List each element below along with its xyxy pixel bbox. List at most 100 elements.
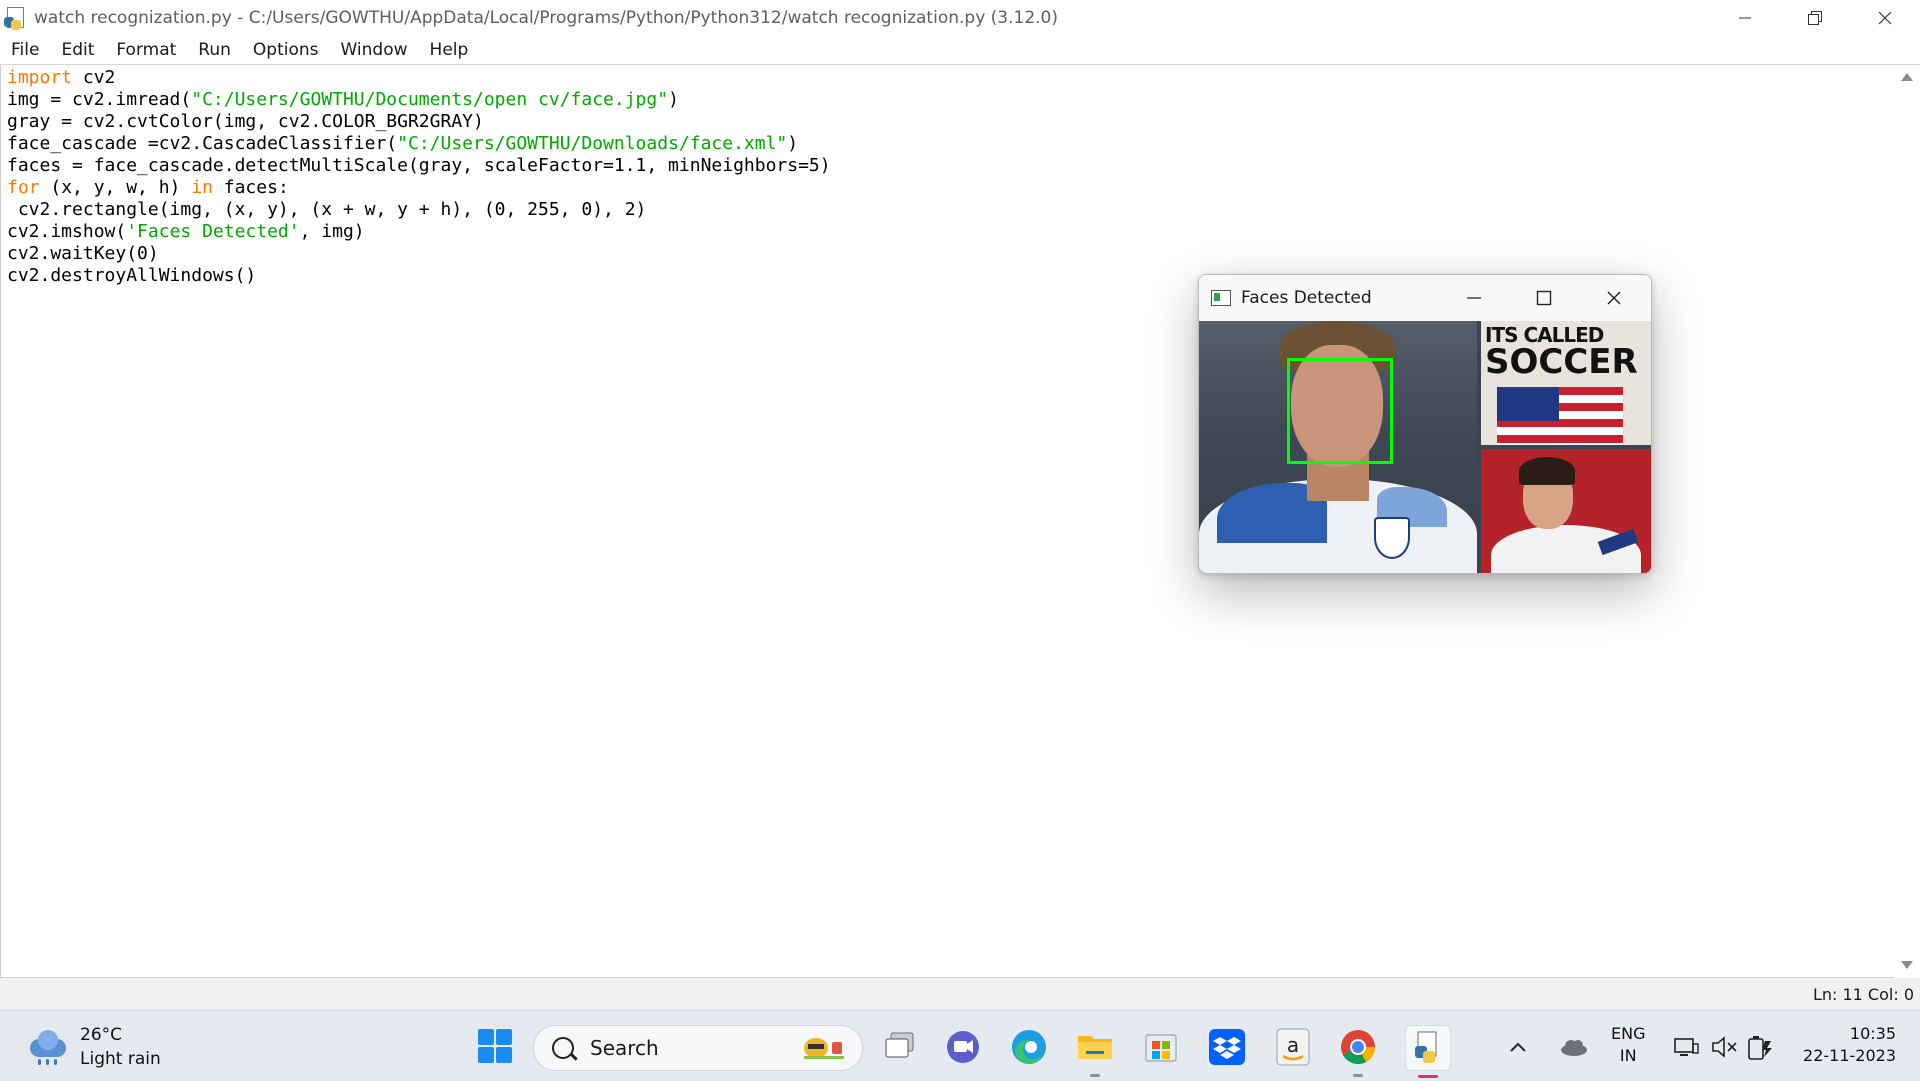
running-indicator	[1090, 1074, 1100, 1077]
code-line-2-end: )	[668, 89, 679, 110]
menu-edit[interactable]: Edit	[50, 40, 105, 60]
amazon-icon: a	[1276, 1028, 1310, 1066]
weather-temperature: 26°C	[80, 1025, 123, 1045]
banner-line-2: SOCCER	[1485, 342, 1638, 382]
input-language-indicator[interactable]: ENG IN	[1611, 1023, 1645, 1067]
code-keyword: for	[7, 177, 40, 198]
clock[interactable]: 10:35 22-11-2023	[1803, 1023, 1896, 1067]
code-keyword: import	[7, 67, 73, 88]
clock-date: 22-11-2023	[1803, 1046, 1896, 1065]
code-line-5: faces = face_cascade.detectMultiScale(gr…	[7, 155, 831, 176]
close-button[interactable]	[1850, 0, 1920, 36]
popup-close-button[interactable]	[1579, 275, 1649, 321]
code-keyword: in	[191, 177, 213, 198]
minimize-icon	[1739, 17, 1751, 19]
chrome-button[interactable]	[1336, 1025, 1380, 1077]
amazon-button[interactable]: a	[1271, 1025, 1315, 1069]
volume-muted-icon	[1712, 1036, 1737, 1058]
task-view-button[interactable]	[878, 1025, 922, 1069]
taskbar-search[interactable]: Search	[533, 1025, 863, 1071]
menu-file[interactable]: File	[0, 40, 50, 60]
code-string: "C:/Users/GOWTHU/Downloads/face.xml"	[397, 133, 788, 154]
show-hidden-icons-button[interactable]	[1503, 1025, 1533, 1069]
code-text[interactable]: import cv2 img = cv2.imread("C:/Users/GO…	[7, 67, 831, 287]
menu-options[interactable]: Options	[242, 40, 330, 60]
photo-player-2	[1481, 449, 1651, 573]
photo-player-1	[1199, 321, 1477, 573]
restore-icon	[1808, 11, 1822, 25]
network-button[interactable]	[1671, 1025, 1701, 1069]
menu-window[interactable]: Window	[330, 40, 419, 60]
crest-icon	[1374, 517, 1410, 559]
code-line-6: (x, y, w, h)	[39, 177, 192, 198]
folder-icon	[1078, 1036, 1112, 1059]
code-string: 'Faces Detected'	[126, 221, 300, 242]
search-highlight-icon	[804, 1038, 844, 1059]
scroll-up-icon[interactable]	[1901, 73, 1913, 81]
onedrive-cloud-icon	[1561, 1040, 1587, 1056]
code-line-9: cv2.waitKey(0)	[7, 243, 159, 264]
python-idle-taskbar-button[interactable]	[1405, 1025, 1451, 1078]
faces-detected-window[interactable]: Faces Detected ITS CALLED SOCCER	[1198, 274, 1652, 574]
banner-text: ITS CALLED SOCCER	[1485, 325, 1651, 379]
detected-faces-image: ITS CALLED SOCCER	[1199, 321, 1651, 573]
menu-run[interactable]: Run	[187, 40, 242, 60]
teams-chat-button[interactable]	[941, 1025, 985, 1069]
close-icon	[1607, 291, 1621, 305]
weather-description: Light rain	[80, 1049, 161, 1069]
minimize-icon	[1467, 297, 1481, 299]
python-idle-icon	[4, 5, 28, 31]
code-line-6-end: faces:	[212, 177, 289, 198]
scroll-down-icon[interactable]	[1901, 961, 1913, 969]
onedrive-button[interactable]	[1557, 1025, 1591, 1069]
code-line-1: cv2	[72, 67, 116, 88]
code-line-8: cv2.imshow(	[7, 221, 127, 242]
restore-button[interactable]	[1780, 0, 1850, 36]
code-string: "C:/Users/GOWTHU/Documents/open cv/face.…	[191, 89, 669, 110]
minimize-button[interactable]	[1710, 0, 1780, 36]
menu-bar: File Edit Format Run Options Window Help	[0, 36, 1920, 65]
menu-help[interactable]: Help	[419, 40, 480, 60]
vertical-scrollbar[interactable]	[1893, 65, 1920, 977]
maximize-icon	[1536, 290, 1552, 306]
region-code: IN	[1619, 1046, 1637, 1065]
edge-browser-button[interactable]	[1007, 1025, 1051, 1069]
face-detection-box	[1287, 358, 1393, 464]
running-indicator	[1353, 1074, 1363, 1077]
start-button[interactable]	[475, 1026, 515, 1066]
photo-banner: ITS CALLED SOCCER	[1481, 321, 1651, 445]
weather-widget[interactable]: 26°C Light rain	[28, 1023, 161, 1071]
chevron-up-icon	[1510, 1042, 1526, 1052]
code-line-2: img = cv2.imread(	[7, 89, 192, 110]
window-title: watch recognization.py - C:/Users/GOWTHU…	[34, 8, 1058, 28]
status-bar: Ln: 11 Col: 0	[0, 978, 1920, 1010]
microsoft-store-button[interactable]	[1139, 1025, 1183, 1069]
menu-format[interactable]: Format	[105, 40, 187, 60]
svg-text:a: a	[1287, 1033, 1299, 1057]
window-titlebar: watch recognization.py - C:/Users/GOWTHU…	[0, 0, 1920, 36]
battery-button[interactable]	[1745, 1025, 1775, 1069]
dropbox-button[interactable]	[1205, 1025, 1249, 1069]
task-view-icon	[885, 1032, 914, 1058]
close-icon	[1878, 11, 1892, 25]
code-line-7: cv2.rectangle(img, (x, y), (x + w, y + h…	[7, 199, 647, 220]
active-indicator	[1418, 1075, 1438, 1078]
code-line-8-end: , img)	[299, 221, 365, 242]
image-window-icon	[1211, 290, 1231, 306]
chat-icon	[947, 1031, 979, 1063]
popup-maximize-button[interactable]	[1509, 275, 1579, 321]
search-icon	[552, 1037, 574, 1059]
popup-minimize-button[interactable]	[1439, 275, 1509, 321]
battery-charging-icon	[1748, 1036, 1772, 1060]
code-line-4: face_cascade =cv2.CascadeClassifier(	[7, 133, 398, 154]
language-code: ENG	[1611, 1024, 1646, 1043]
store-icon	[1145, 1034, 1177, 1062]
search-label: Search	[590, 1036, 659, 1060]
volume-button[interactable]	[1709, 1025, 1739, 1069]
dropbox-icon	[1209, 1029, 1245, 1065]
file-explorer-button[interactable]	[1073, 1025, 1117, 1077]
popup-titlebar[interactable]: Faces Detected	[1199, 275, 1651, 321]
edge-icon	[1012, 1030, 1046, 1065]
code-line-4-end: )	[787, 133, 799, 154]
taskbar: 26°C Light rain Search a ENG IN 10:35 22…	[0, 1010, 1920, 1081]
